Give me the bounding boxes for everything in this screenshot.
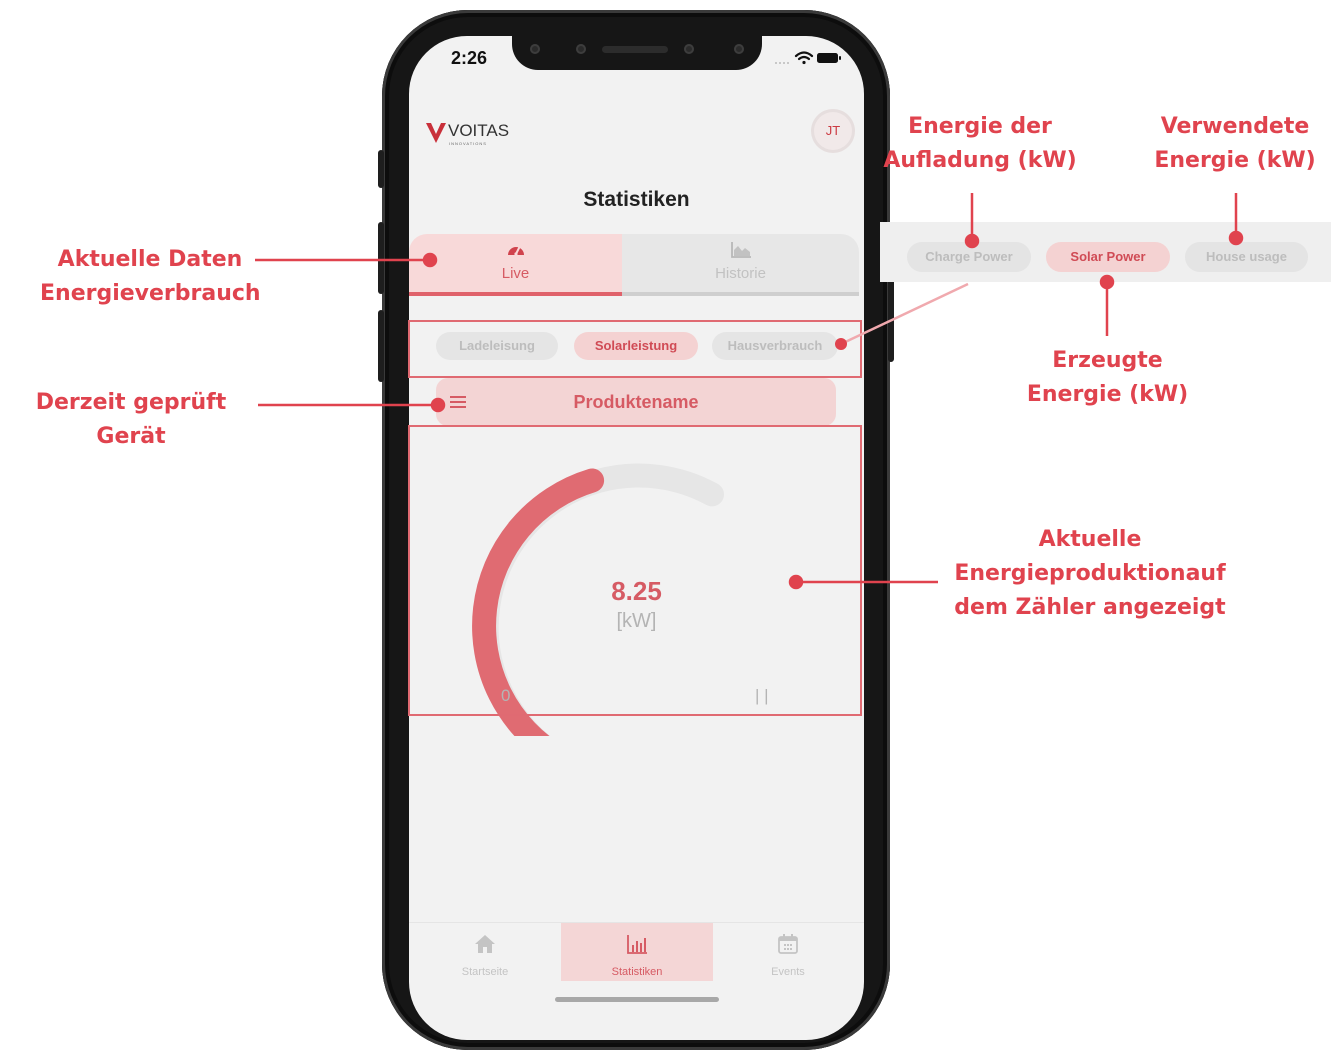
- annotation-charge-energy: Energie der Aufladung (kW): [883, 114, 1077, 173]
- legend-house-usage: House usage: [1185, 242, 1308, 272]
- calendar-icon: [778, 934, 798, 954]
- annotation-current-production: Aktuelle Energieproduktionauf dem Zähler a…: [954, 527, 1226, 620]
- gauge-highlight-box: [408, 425, 862, 716]
- filter-highlight-box: [408, 320, 862, 378]
- legend-charge-power: Charge Power: [907, 242, 1031, 272]
- annotation-device: Derzeit geprüft Gerät: [35, 390, 227, 449]
- volume-up-button: [378, 222, 384, 294]
- tabbar-startseite[interactable]: Startseite: [409, 923, 561, 981]
- silent-switch: [378, 150, 384, 188]
- bottom-tabbar: Startseite Statistiken Events: [409, 922, 864, 983]
- bar-chart-icon: [627, 935, 647, 954]
- tabbar-statistiken[interactable]: Statistiken: [561, 923, 713, 981]
- home-icon: [475, 935, 495, 953]
- annotation-generated-energy: Erzeugte Energie (kW): [1026, 348, 1189, 407]
- legend-solar-power: Solar Power: [1046, 242, 1170, 272]
- annotation-used-energy: Verwendete Energie (kW): [1154, 114, 1316, 173]
- home-indicator[interactable]: [555, 997, 719, 1002]
- volume-down-button: [378, 310, 384, 382]
- annotation-live-data: Aktuelle Daten Energieverbrauch: [40, 247, 261, 306]
- legend-strip: Charge Power Solar Power House usage: [880, 222, 1331, 282]
- tabbar-events[interactable]: Events: [712, 923, 864, 981]
